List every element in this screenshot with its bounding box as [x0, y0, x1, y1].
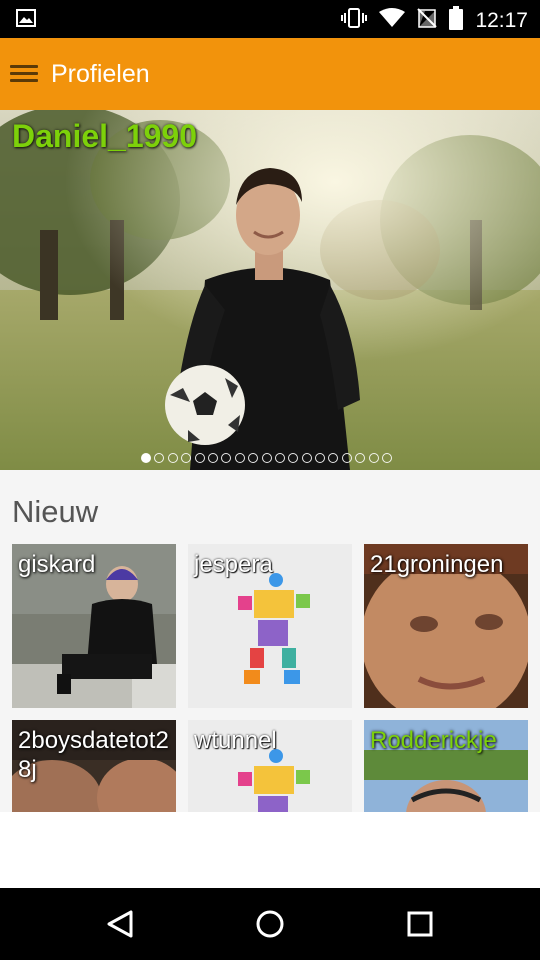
- section-title: Nieuw: [12, 494, 99, 529]
- carousel-dot[interactable]: [288, 453, 299, 463]
- carousel-dot[interactable]: [141, 453, 151, 463]
- status-time: 12:17: [475, 8, 528, 32]
- profile-tile[interactable]: giskard: [12, 544, 176, 708]
- carousel-dot[interactable]: [194, 453, 205, 463]
- vibrate-icon: [341, 7, 368, 34]
- home-icon[interactable]: [252, 906, 288, 942]
- featured-profile-name[interactable]: Daniel_1990: [12, 118, 197, 155]
- profile-name: 2boysdatetot28j: [18, 727, 169, 783]
- carousel-dot[interactable]: [248, 453, 259, 463]
- carousel-pager: [141, 453, 393, 465]
- carousel-dot[interactable]: [341, 453, 352, 463]
- carousel-dot[interactable]: [167, 453, 178, 463]
- status-bar: 12:17: [0, 0, 540, 38]
- carousel-dot[interactable]: [261, 453, 272, 463]
- profile-name: giskard: [18, 551, 96, 578]
- profile-tile[interactable]: 21groningen: [364, 544, 528, 708]
- carousel-dot[interactable]: [315, 453, 326, 463]
- back-icon[interactable]: [103, 906, 139, 942]
- profile-tile[interactable]: jespera: [188, 544, 352, 708]
- profile-tile[interactable]: Rodderickje: [364, 720, 528, 812]
- featured-profile-carousel[interactable]: Daniel_1990: [0, 110, 540, 470]
- profile-name: jespera: [194, 551, 273, 578]
- carousel-dot[interactable]: [207, 453, 218, 463]
- profile-name: wtunnel: [194, 727, 277, 754]
- app-bar: Profielen: [0, 38, 540, 110]
- list-bottom-area: [0, 812, 540, 888]
- wifi-icon: [379, 8, 406, 33]
- carousel-dot[interactable]: [355, 453, 366, 463]
- carousel-dot[interactable]: [234, 453, 245, 463]
- carousel-dot[interactable]: [274, 453, 285, 463]
- hamburger-menu-icon[interactable]: [10, 62, 38, 84]
- battery-icon: [449, 6, 464, 35]
- carousel-dot[interactable]: [368, 453, 379, 463]
- carousel-dot[interactable]: [382, 453, 393, 463]
- profile-name: 21groningen: [370, 551, 504, 578]
- app-title: Profielen: [51, 60, 150, 88]
- profile-tile[interactable]: 2boysdatetot28j: [12, 720, 176, 812]
- system-nav-bar: [0, 888, 540, 960]
- profile-name: Rodderickje: [370, 727, 497, 754]
- carousel-dot[interactable]: [221, 453, 232, 463]
- profile-tile[interactable]: wtunnel: [188, 720, 352, 812]
- carousel-dot[interactable]: [181, 453, 192, 463]
- featured-profile-photo: [0, 110, 540, 470]
- carousel-dot[interactable]: [154, 453, 165, 463]
- carousel-dot[interactable]: [301, 453, 312, 463]
- carousel-dot[interactable]: [328, 453, 339, 463]
- recents-icon[interactable]: [402, 906, 438, 942]
- image-notification-icon: [16, 9, 36, 32]
- no-sim-icon: [417, 7, 438, 34]
